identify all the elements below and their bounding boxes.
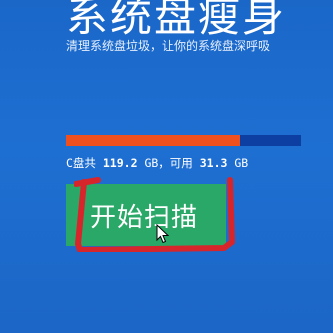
- disk-cleanup-screen: 系统盘瘦身 清理系统盘垃圾，让你的系统盘深呼吸 C盘共 119.2 GB，可用 …: [0, 0, 333, 333]
- disk-free-unit: GB: [234, 156, 249, 170]
- disk-total-unit: GB，可用: [144, 156, 193, 170]
- disk-free-value: 31.3: [199, 156, 228, 170]
- disk-usage-bar: [66, 135, 301, 146]
- disk-info: C盘共 119.2 GB，可用 31.3 GB: [66, 155, 248, 171]
- start-scan-button[interactable]: 开始扫描: [66, 184, 226, 246]
- page-title: 系统盘瘦身: [66, 0, 287, 41]
- disk-label: C盘共: [66, 156, 96, 170]
- page-subtitle: 清理系统盘垃圾，让你的系统盘深呼吸: [66, 39, 271, 53]
- disk-total-value: 119.2: [102, 156, 138, 170]
- disk-usage-bar-fill: [66, 135, 240, 146]
